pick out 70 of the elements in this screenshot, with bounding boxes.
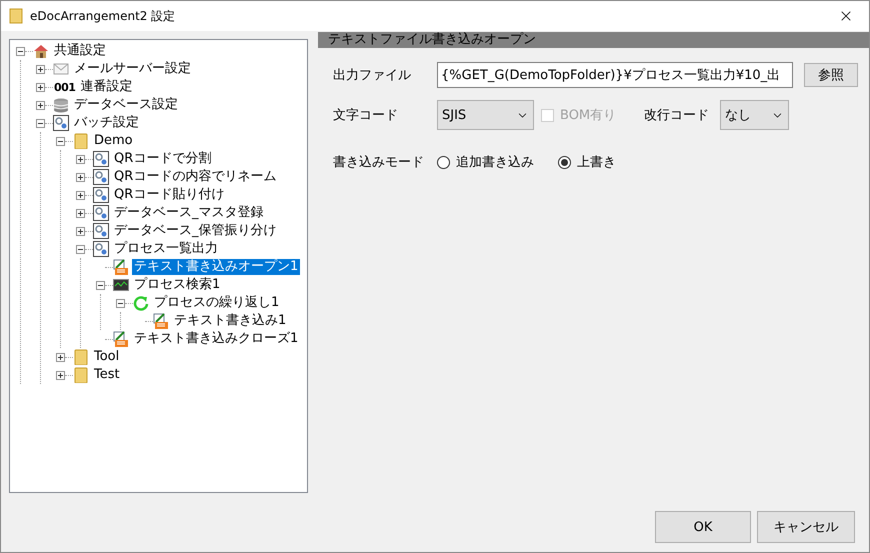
collapse-toggle[interactable] (16, 46, 25, 56)
tree-item[interactable]: QRコード貼り付け (112, 187, 226, 203)
radio-button[interactable] (558, 156, 571, 168)
expand-toggle[interactable] (36, 82, 45, 92)
window-title: eDocArrangement2 設定 (30, 8, 176, 24)
loop-arrow-icon (133, 295, 149, 311)
text-file-icon (113, 259, 129, 275)
field-label: 書き込みモード (333, 154, 425, 171)
expand-toggle[interactable] (76, 154, 85, 164)
ok-button[interactable]: OK (655, 511, 751, 543)
gears-icon (93, 169, 109, 185)
tree-item[interactable]: Demo (92, 133, 135, 149)
gears-icon (93, 223, 109, 239)
expand-toggle[interactable] (56, 370, 65, 380)
folder-icon (73, 133, 89, 149)
tree-item[interactable]: プロセスの繰り返し1 (152, 295, 282, 311)
tree-item[interactable]: データベース設定 (72, 97, 180, 113)
output-file-field[interactable]: {%GET_G(DemoTopFolder)}¥プロセス一覧出力¥10_出 (437, 62, 793, 88)
radio-label: 追加書き込み (456, 154, 534, 171)
expand-toggle[interactable] (76, 190, 85, 200)
tree-item[interactable]: QRコードの内容でリネーム (112, 169, 278, 185)
section-header: テキストファイル書き込みオープン (318, 32, 869, 48)
browse-button[interactable]: 参照 (804, 63, 858, 87)
house-icon (33, 43, 49, 59)
folder-icon (73, 349, 89, 365)
tree-item[interactable]: メールサーバー設定 (72, 61, 193, 77)
tree-item[interactable]: 連番設定 (78, 79, 134, 95)
expand-toggle[interactable] (76, 172, 85, 182)
text-file-icon (113, 331, 129, 347)
field-label: 出力ファイル (333, 67, 412, 84)
gears-icon (93, 151, 109, 167)
checkbox-label: BOM有り (560, 107, 616, 124)
gears-icon (93, 241, 109, 257)
collapse-toggle[interactable] (76, 244, 85, 254)
expand-toggle[interactable] (76, 226, 85, 236)
folder-icon (73, 367, 89, 383)
tree-item[interactable]: データベース_マスタ登録 (112, 205, 266, 221)
tree-item[interactable]: 共通設定 (52, 43, 108, 59)
expand-toggle[interactable] (36, 100, 45, 110)
gears-icon (53, 115, 69, 131)
monitor-icon (113, 277, 129, 293)
tree-item[interactable]: テキスト書き込み1 (172, 313, 288, 329)
text-file-icon (153, 313, 169, 329)
folder-icon (9, 8, 23, 24)
tree-item[interactable]: プロセス一覧出力 (112, 241, 220, 257)
gears-icon (93, 187, 109, 203)
expand-toggle[interactable] (36, 64, 45, 74)
radio-button[interactable] (437, 156, 450, 168)
tree-item[interactable]: テキスト書き込みクローズ1 (132, 331, 300, 347)
encoding-dropdown[interactable]: SJIS (437, 100, 534, 130)
tree-item[interactable]: テキスト書き込みオープン1 (132, 259, 300, 275)
tree-item[interactable]: バッチ設定 (72, 115, 141, 131)
tree-item[interactable]: Test (92, 367, 122, 383)
cancel-button[interactable]: キャンセル (757, 511, 855, 543)
tree-item[interactable]: Tool (92, 349, 122, 365)
newline-dropdown[interactable]: なし (720, 100, 790, 130)
collapse-toggle[interactable] (96, 280, 105, 290)
tree-item[interactable]: データベース_保管振り分け (112, 223, 278, 239)
field-label: 文字コード (333, 107, 399, 124)
collapse-toggle[interactable] (116, 298, 125, 308)
radio-label: 上書き (577, 154, 616, 171)
tree-item[interactable]: プロセス検索1 (132, 277, 222, 293)
sequence-icon: 001 (54, 80, 76, 94)
tree-item[interactable]: QRコードで分割 (112, 151, 214, 167)
collapse-toggle[interactable] (56, 136, 65, 146)
collapse-toggle[interactable] (36, 118, 45, 128)
expand-toggle[interactable] (76, 208, 85, 218)
gears-icon (93, 205, 109, 221)
field-label: 改行コード (644, 107, 710, 124)
expand-toggle[interactable] (56, 352, 65, 362)
